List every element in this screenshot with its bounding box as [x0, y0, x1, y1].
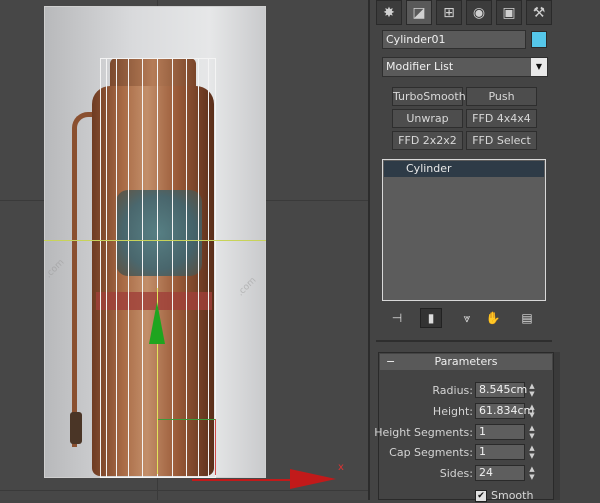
height-segments-field[interactable]: 1: [475, 424, 525, 440]
smooth-label: Smooth: [491, 489, 534, 502]
grid-line: [0, 490, 368, 491]
modifier-list-label: Modifier List: [386, 60, 454, 73]
object-color-swatch[interactable]: [531, 31, 547, 48]
move-gizmo-y-arrow[interactable]: [149, 302, 165, 344]
panel-scrollbar[interactable]: [554, 352, 560, 500]
stack-item-cylinder[interactable]: Cylinder: [384, 161, 544, 177]
cylinder-segment-line: [116, 58, 117, 478]
create-icon[interactable]: ✸: [376, 0, 402, 25]
motion-icon[interactable]: ◉: [466, 0, 492, 25]
local-axis-line: [158, 419, 216, 420]
gizmo-x-label: x: [338, 462, 344, 473]
cylinder-segment-line: [106, 58, 107, 478]
ffd-4x4x4-button[interactable]: FFD 4x4x4: [466, 109, 537, 128]
height-segments-label: Height Segments:: [374, 426, 473, 439]
cylinder-segment-line: [186, 58, 187, 478]
height-segments-row: Height Segments: 1 ▲ ▼: [374, 424, 555, 442]
radius-spinner[interactable]: ▲ ▼: [527, 382, 537, 398]
display-icon[interactable]: ▣: [496, 0, 522, 25]
cylinder-segment-line: [142, 58, 143, 478]
cap-segments-row: Cap Segments: 1 ▲ ▼: [379, 444, 555, 462]
radius-row: Radius: 8.545cm ▲ ▼: [379, 382, 555, 400]
turbosmooth-button[interactable]: TurboSmooth: [392, 87, 466, 106]
parameters-rollout-header[interactable]: − Parameters: [380, 354, 552, 370]
ffd-select-button[interactable]: FFD Select: [466, 131, 537, 150]
radius-field[interactable]: 8.545cm: [475, 382, 527, 398]
cap-segments-label: Cap Segments:: [389, 446, 473, 459]
sides-spinner[interactable]: ▲ ▼: [527, 465, 537, 481]
modifier-stack[interactable]: Cylinder: [382, 159, 546, 301]
sides-field[interactable]: 24: [475, 465, 525, 481]
radius-label: Radius:: [432, 384, 473, 397]
height-segments-spinner[interactable]: ▲ ▼: [527, 424, 537, 440]
sides-label: Sides:: [439, 467, 473, 480]
modifier-list-dropdown[interactable]: Modifier List ▼: [382, 57, 548, 77]
cylinder-segment-line: [100, 58, 101, 478]
make-unique-icon[interactable]: ⩔: [456, 308, 478, 328]
show-end-result-icon[interactable]: ▮: [420, 308, 442, 328]
smooth-checkbox[interactable]: ✔: [475, 490, 487, 502]
height-row: Height: 61.834cm ▲ ▼: [379, 403, 555, 421]
height-label: Height:: [432, 405, 473, 418]
cylinder-segment-line: [215, 58, 216, 478]
local-axis-line: [215, 419, 216, 475]
parameters-rollout: − Parameters Radius: 8.545cm ▲ ▼ Height: …: [374, 352, 555, 502]
cap-segments-field[interactable]: 1: [475, 444, 525, 460]
ffd-2x2x2-button[interactable]: FFD 2x2x2: [392, 131, 463, 150]
cylinder-segment-line: [198, 58, 199, 478]
hierarchy-icon[interactable]: ⊞: [436, 0, 462, 25]
configure-modifier-sets-icon[interactable]: ▤: [516, 308, 538, 328]
move-gizmo-x-arrow[interactable]: [290, 469, 336, 489]
cylinder-wireframe[interactable]: [100, 58, 216, 478]
cylinder-segment-line: [208, 58, 209, 478]
command-panel: ✸ ◪ ⊞ ◉ ▣ ⚒ Cylinder01 Modifier List ▼ T…: [368, 0, 600, 502]
utilities-icon[interactable]: ⚒: [526, 0, 552, 25]
collapse-icon[interactable]: −: [386, 354, 395, 370]
sides-row: Sides: 24 ▲ ▼: [379, 465, 555, 483]
cylinder-segment-line: [128, 58, 129, 478]
move-gizmo-x-shaft[interactable]: [192, 479, 292, 481]
selection-bracket-line: [44, 240, 266, 241]
height-spinner[interactable]: ▲ ▼: [527, 403, 537, 419]
chevron-down-icon[interactable]: ▼: [531, 58, 547, 76]
cap-segments-spinner[interactable]: ▲ ▼: [527, 444, 537, 460]
panel-divider: [376, 340, 552, 342]
stack-toolbar: ⊣ ▮ ⩔ ✋ ▤: [382, 308, 548, 330]
unwrap-uvw-button[interactable]: Unwrap UVW: [392, 109, 463, 142]
height-field[interactable]: 61.834cm: [475, 403, 534, 419]
object-name-field[interactable]: Cylinder01: [382, 30, 526, 49]
cylinder-segment-line: [172, 58, 173, 478]
remove-modifier-icon[interactable]: ✋: [482, 308, 504, 328]
command-panel-tabs: ✸ ◪ ⊞ ◉ ▣ ⚒: [376, 0, 600, 26]
parameters-title: Parameters: [434, 355, 498, 368]
perspective-viewport[interactable]: .com .com x: [0, 0, 368, 500]
modify-icon[interactable]: ◪: [406, 0, 432, 25]
extinguisher-nozzle: [70, 412, 82, 444]
push-button[interactable]: Push: [466, 87, 537, 106]
pin-stack-icon[interactable]: ⊣: [386, 308, 408, 328]
